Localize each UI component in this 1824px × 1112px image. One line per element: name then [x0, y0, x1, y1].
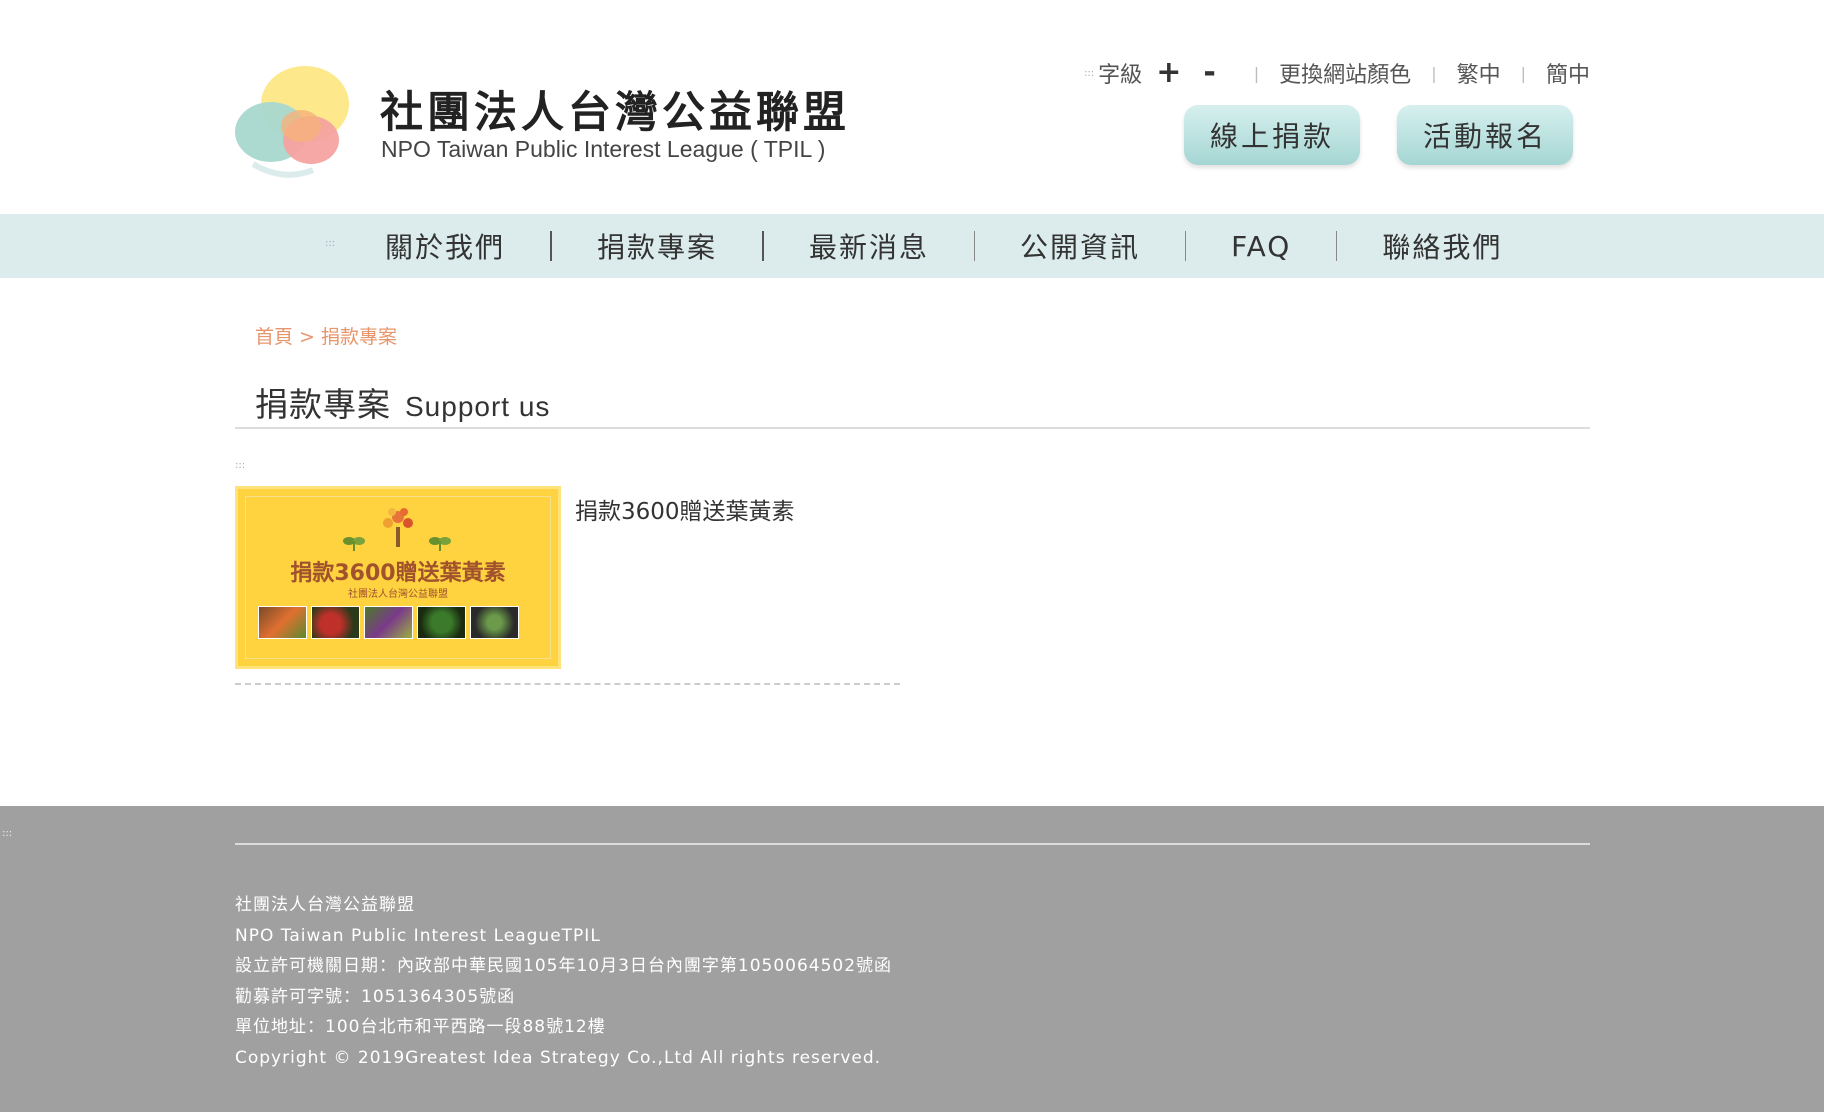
title-divider — [235, 427, 1590, 429]
footer-fundraising-permit: 勸募許可字號：1051364305號函 — [235, 986, 516, 1007]
utility-toolbar: ::: 字級 + - | 更換網站顏色 | 繁中 | 簡中 — [1084, 57, 1590, 89]
page-title-zh: 捐款專案 — [255, 385, 391, 424]
breadcrumb-home-link[interactable]: 首頁 — [255, 326, 293, 348]
site-footer: ::: 社團法人台灣公益聯盟 NPO Taiwan Public Interes… — [0, 806, 1824, 1112]
font-increase-button[interactable]: + — [1156, 58, 1181, 88]
change-color-link[interactable]: 更換網站顏色 — [1279, 57, 1411, 89]
footer-address: 單位地址：100台北市和平西路一段88號12樓 — [235, 1017, 606, 1037]
org-name: 社團法人台灣公益聯盟 — [380, 88, 850, 138]
nav-item-news[interactable]: 最新消息 — [764, 226, 974, 266]
main-nav: ::: 關於我們 捐款專案 最新消息 公開資訊 FAQ 聯絡我們 — [0, 214, 1824, 278]
project-title-link[interactable]: 捐款3600贈送葉黃素 — [575, 492, 795, 526]
breadcrumb-current[interactable]: 捐款專案 — [321, 326, 397, 348]
site-header: 社團法人台灣公益聯盟 NPO Taiwan Public Interest Le… — [0, 0, 1824, 214]
vegetable-photo — [364, 606, 413, 639]
footer-divider — [235, 843, 1590, 845]
divider: | — [1431, 63, 1437, 83]
thumbnail-heading: 捐款3600贈送葉黃素 — [290, 561, 506, 586]
vegetable-photo — [258, 606, 307, 639]
project-item: 捐款3600贈送葉黃素 社團法人台灣公益聯盟 捐款3600贈送葉黃素 — [235, 486, 900, 685]
thumbnail-subtitle: 社團法人台灣公益聯盟 — [348, 589, 448, 600]
nav-item-about[interactable]: 關於我們 — [340, 226, 550, 266]
accesskey-marker[interactable]: ::: — [325, 238, 335, 249]
breadcrumb: 首頁 > 捐款專案 — [255, 322, 397, 349]
footer-info: 社團法人台灣公益聯盟 NPO Taiwan Public Interest Le… — [235, 890, 892, 1073]
breadcrumb-separator: > — [293, 326, 322, 348]
font-decrease-button[interactable]: - — [1203, 58, 1215, 88]
tree-icon — [383, 508, 413, 547]
footer-org-name-en: NPO Taiwan Public Interest LeagueTPIL — [235, 925, 601, 946]
divider: | — [1253, 63, 1260, 83]
online-donate-button[interactable]: 線上捐款 — [1184, 105, 1360, 165]
sprout-icon — [343, 537, 365, 551]
nav-item-faq[interactable]: FAQ — [1186, 230, 1336, 263]
vegetable-photo — [470, 606, 519, 639]
page-title-en: Support us — [405, 391, 551, 422]
footer-registration: 設立許可機關日期：內政部中華民國105年10月3日台內團字第1050064502… — [235, 956, 893, 976]
nav-item-donation-projects[interactable]: 捐款專案 — [552, 226, 762, 266]
accesskey-marker[interactable]: ::: — [2, 828, 12, 839]
simplified-chinese-link[interactable]: 簡中 — [1546, 57, 1590, 89]
event-signup-button[interactable]: 活動報名 — [1397, 105, 1573, 165]
font-size-label: 字級 — [1098, 63, 1143, 88]
traditional-chinese-link[interactable]: 繁中 — [1457, 57, 1501, 89]
accesskey-marker[interactable]: ::: — [1084, 68, 1094, 79]
nav-item-public-info[interactable]: 公開資訊 — [975, 226, 1185, 266]
nav-item-contact[interactable]: 聯絡我們 — [1337, 226, 1547, 266]
thumbnail-photos — [258, 606, 519, 639]
org-name-en: NPO Taiwan Public Interest League ( TPIL… — [381, 136, 826, 162]
page-title: 捐款專案 Support us — [255, 378, 550, 426]
accesskey-marker[interactable]: ::: — [235, 460, 245, 471]
vegetable-photo — [417, 606, 466, 639]
nav-list: 關於我們 捐款專案 最新消息 公開資訊 FAQ 聯絡我們 — [340, 214, 1547, 278]
vegetable-photo — [311, 606, 360, 639]
footer-copyright: Copyright © 2019Greatest Idea Strategy C… — [235, 1047, 882, 1068]
logo-icon[interactable] — [233, 60, 353, 180]
divider: | — [1520, 63, 1526, 83]
sprout-icon — [429, 537, 451, 551]
footer-org-name: 社團法人台灣公益聯盟 — [235, 895, 415, 915]
project-thumbnail[interactable]: 捐款3600贈送葉黃素 社團法人台灣公益聯盟 — [235, 486, 561, 669]
